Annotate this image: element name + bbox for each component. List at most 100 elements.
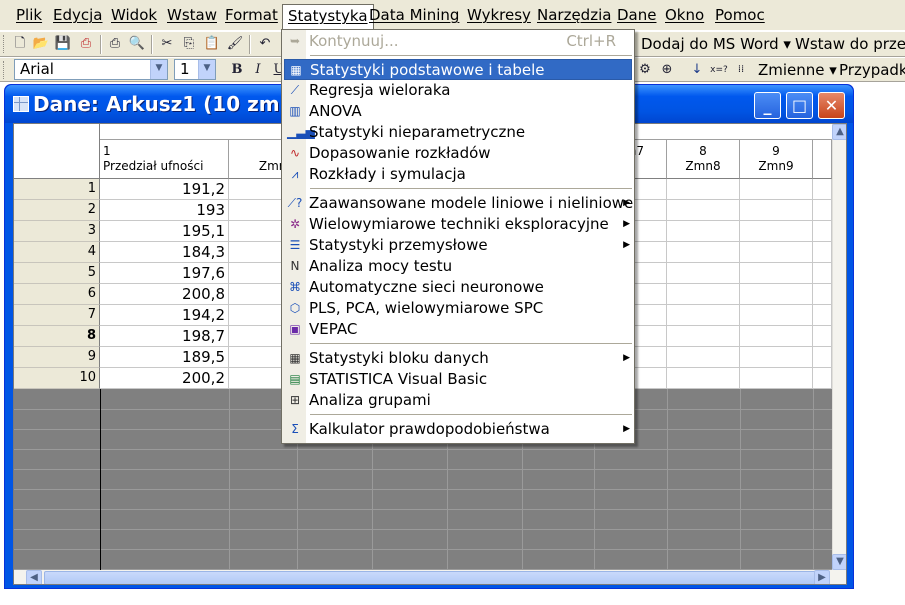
menu-dane[interactable]: Dane: [614, 6, 659, 26]
menu-wstaw[interactable]: Wstaw: [164, 6, 220, 26]
empty-cell[interactable]: [813, 284, 832, 305]
font-size-select[interactable]: 1 ▼: [174, 59, 216, 80]
empty-cell[interactable]: [740, 221, 813, 242]
sort-icon[interactable]: ↓: [688, 61, 706, 79]
menu-widok[interactable]: Widok: [108, 6, 160, 26]
open-folder-icon[interactable]: 📂: [32, 35, 50, 53]
menu-item-block-statistics[interactable]: ▦ Statystyki bloku danych ▶: [284, 348, 632, 369]
empty-cell[interactable]: [667, 305, 740, 326]
add-to-word-button[interactable]: Dodaj do MS Word ▾: [641, 35, 791, 54]
maximize-button[interactable]: □: [786, 92, 813, 119]
scroll-up-icon[interactable]: ▲: [832, 124, 846, 140]
empty-cell[interactable]: [667, 284, 740, 305]
toolbar-grip[interactable]: [3, 35, 6, 53]
empty-cell[interactable]: [667, 179, 740, 200]
menu-item-basic-statistics[interactable]: ▦ Statystyki podstawowe i tabele: [284, 59, 632, 80]
empty-cell[interactable]: [813, 326, 832, 347]
empty-cell[interactable]: [667, 263, 740, 284]
row-header[interactable]: 8: [14, 326, 100, 347]
menu-item-continue[interactable]: ➥ Kontynuuj... Ctrl+R: [284, 31, 632, 52]
empty-cell[interactable]: [813, 368, 832, 389]
variables-grid-icon[interactable]: ⁞⁞: [732, 61, 750, 79]
row-header[interactable]: 3: [14, 221, 100, 242]
menu-item-nonparametric[interactable]: ▁▃▅ Statystyki nieparametryczne: [284, 122, 632, 143]
empty-cell[interactable]: [813, 242, 832, 263]
row-header[interactable]: 9: [14, 347, 100, 368]
menu-wykresy[interactable]: Wykresy: [464, 6, 534, 26]
menu-item-anova[interactable]: ▥ ANOVA: [284, 101, 632, 122]
empty-cell[interactable]: [667, 221, 740, 242]
menu-pomoc[interactable]: Pomoc: [712, 6, 768, 26]
row-header[interactable]: 1: [14, 179, 100, 200]
pdf-icon[interactable]: ⎙: [77, 35, 95, 53]
data-cell[interactable]: 189,5: [100, 347, 229, 368]
copy-icon[interactable]: ⎘: [180, 35, 198, 53]
font-name-select[interactable]: Arial ▼: [14, 59, 168, 80]
data-cell[interactable]: 193: [100, 200, 229, 221]
row-header[interactable]: 6: [14, 284, 100, 305]
scroll-left-icon[interactable]: ◀: [26, 570, 42, 584]
data-cell[interactable]: 195,1: [100, 221, 229, 242]
empty-cell[interactable]: [740, 368, 813, 389]
data-cell[interactable]: 200,2: [100, 368, 229, 389]
menu-item-cluster-analysis[interactable]: ⊞ Analiza grupami: [284, 390, 632, 411]
row-header[interactable]: 5: [14, 263, 100, 284]
scroll-right-icon[interactable]: ▶: [814, 570, 830, 584]
print-icon[interactable]: ⎙: [106, 35, 124, 53]
menu-statystyka[interactable]: Statystyka: [282, 4, 374, 30]
empty-cell[interactable]: [740, 326, 813, 347]
cut-icon[interactable]: ✂: [158, 35, 176, 53]
menu-plik[interactable]: Plik: [13, 6, 45, 26]
lock-icon[interactable]: ⚙: [636, 61, 654, 79]
row-header[interactable]: 7: [14, 305, 100, 326]
empty-cell[interactable]: [740, 347, 813, 368]
empty-cell[interactable]: [740, 263, 813, 284]
menu-item-power-analysis[interactable]: N Analiza mocy testu: [284, 256, 632, 277]
save-icon[interactable]: 💾: [54, 35, 72, 53]
empty-cell[interactable]: [740, 200, 813, 221]
menu-edycja[interactable]: Edycja: [50, 6, 105, 26]
data-cell[interactable]: 200,8: [100, 284, 229, 305]
row-header[interactable]: 2: [14, 200, 100, 221]
empty-cell[interactable]: [667, 200, 740, 221]
data-cell[interactable]: 197,6: [100, 263, 229, 284]
menu-item-visual-basic[interactable]: ▤ STATISTICA Visual Basic: [284, 369, 632, 390]
row-header[interactable]: 10: [14, 368, 100, 389]
link-icon[interactable]: ⊕: [658, 61, 676, 79]
format-painter-icon[interactable]: 🖌: [226, 35, 244, 53]
empty-cell[interactable]: [813, 179, 832, 200]
horizontal-scrollbar[interactable]: ◀ ▶: [14, 570, 846, 584]
menu-item-advanced-models[interactable]: ⟋? Zaawansowane modele liniowe i nielini…: [284, 193, 634, 214]
subscript-icon[interactable]: x=?: [710, 61, 728, 79]
empty-cell[interactable]: [667, 242, 740, 263]
header-corner[interactable]: [14, 124, 100, 179]
data-cell[interactable]: 198,7: [100, 326, 229, 347]
empty-cell[interactable]: [813, 305, 832, 326]
column-header-1[interactable]: 1 Przedział ufności: [100, 140, 229, 179]
column-header-10[interactable]: [813, 140, 832, 179]
cases-button[interactable]: Przypadk: [839, 61, 905, 80]
empty-cell[interactable]: [813, 263, 832, 284]
paste-icon[interactable]: 📋: [203, 35, 221, 53]
empty-cell[interactable]: [740, 305, 813, 326]
menu-item-probability-calculator[interactable]: Σ Kalkulator prawdopodobieństwa ▶: [284, 419, 632, 440]
empty-cell[interactable]: [813, 200, 832, 221]
variables-button[interactable]: Zmienne ▾: [758, 61, 837, 80]
new-file-icon[interactable]: 🗋: [11, 35, 29, 53]
toolbar-grip[interactable]: [3, 61, 6, 79]
row-header[interactable]: 4: [14, 242, 100, 263]
column-header-9[interactable]: 9 Zmn9: [740, 140, 813, 179]
chevron-down-icon[interactable]: ▼: [198, 60, 215, 79]
bold-button[interactable]: B: [228, 61, 246, 79]
empty-cell[interactable]: [667, 347, 740, 368]
menu-item-industrial[interactable]: ☰ Statystyki przemysłowe ▶: [284, 235, 632, 256]
menu-item-distributions-simulation[interactable]: ⩘ Rozkłady i symulacja: [284, 164, 632, 185]
empty-cell[interactable]: [740, 242, 813, 263]
menu-item-multivariate[interactable]: ✲ Wielowymiarowe techniki eksploracyjne …: [284, 214, 632, 235]
menu-item-pls-pca[interactable]: ⬡ PLS, PCA, wielowymiarowe SPC: [284, 298, 632, 319]
menu-item-neural-networks[interactable]: ⌘ Automatyczne sieci neuronowe: [284, 277, 632, 298]
empty-cell[interactable]: [667, 326, 740, 347]
minimize-button[interactable]: _: [754, 92, 781, 119]
data-cell[interactable]: 184,3: [100, 242, 229, 263]
chevron-down-icon[interactable]: ▼: [150, 60, 167, 79]
